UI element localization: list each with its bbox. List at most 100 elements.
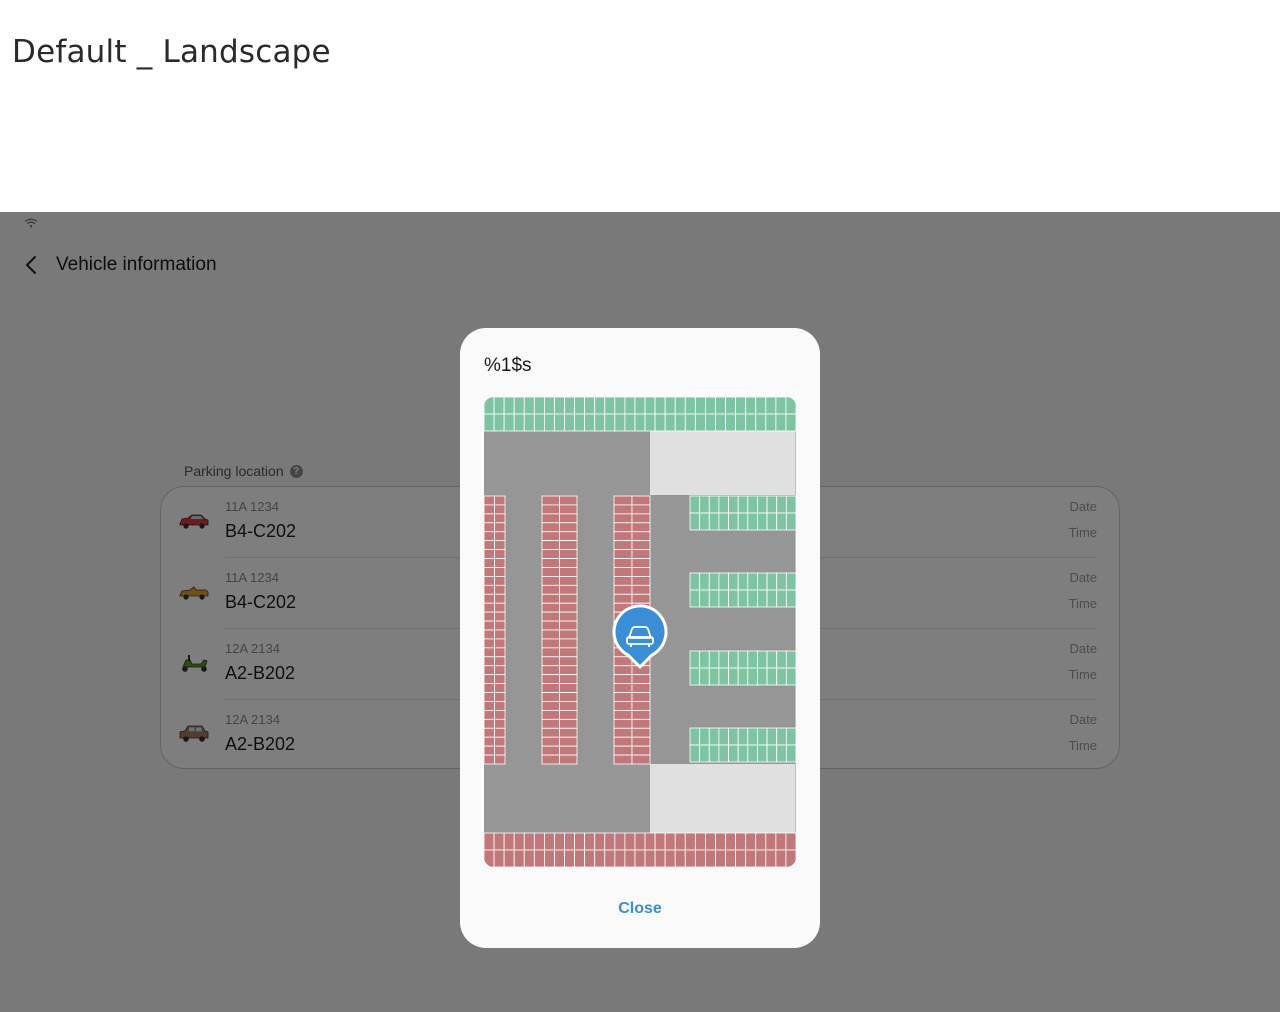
parking-stall-occupied [494, 611, 506, 622]
parking-stall-free [654, 413, 666, 432]
parking-stall-occupied [631, 495, 651, 506]
parking-stall-free [776, 667, 787, 686]
parking-stall-free [766, 495, 778, 514]
parking-stall-occupied [541, 647, 560, 658]
parking-stall-free [785, 572, 796, 591]
parking-stall-free [604, 413, 616, 432]
parking-stall-free [718, 572, 729, 591]
parking-stall-free [614, 413, 626, 432]
parking-stall-free [747, 512, 758, 531]
parking-stall-occupied [541, 692, 560, 702]
parking-stall-occupied [484, 665, 495, 676]
parking-stall-free [776, 572, 787, 591]
parking-stall-free [785, 667, 796, 686]
parking-stall-free [766, 589, 778, 608]
tablet-screen: Vehicle information Parking location ? 1… [0, 212, 1280, 1012]
parking-stall-occupied [613, 567, 633, 577]
parking-stall-occupied [631, 727, 651, 738]
parking-stall-occupied [541, 593, 560, 604]
parking-stall-occupied [631, 522, 651, 533]
parking-stall-occupied [613, 558, 633, 568]
parking-stall-occupied [624, 832, 636, 851]
parking-stall-occupied [654, 832, 666, 851]
parking-stall-free [776, 495, 787, 514]
parking-stall-free [708, 667, 720, 686]
parking-stall-free [715, 413, 726, 432]
parking-stall-occupied [543, 832, 555, 851]
parking-stall-occupied [493, 832, 505, 851]
parking-stall-free [747, 589, 758, 608]
parking-stall-free [728, 572, 739, 591]
parking-stall-free [737, 495, 749, 514]
parking-stall-occupied [745, 849, 757, 867]
parking-stall-occupied [494, 567, 506, 577]
parking-stall-free [718, 650, 729, 669]
parking-stall-occupied [494, 549, 506, 559]
parking-stall-occupied [513, 832, 525, 851]
parking-stall-occupied [613, 674, 633, 684]
parking-stall-occupied [541, 656, 560, 667]
parking-stall-free [728, 495, 739, 514]
parking-map-dialog: %1$s Close [460, 328, 820, 948]
parking-stall-occupied [554, 832, 565, 851]
parking-stall-occupied [631, 504, 651, 515]
parking-stall-occupied [494, 718, 506, 729]
parking-stall-free [689, 744, 701, 763]
parking-stall-occupied [484, 522, 495, 533]
parking-stall-occupied [484, 584, 495, 595]
parking-stall-occupied [654, 849, 666, 867]
parking-stall-occupied [541, 531, 560, 542]
parking-stall-free [684, 397, 696, 415]
parking-stall-free [728, 744, 739, 763]
parking-stall-free [737, 512, 749, 531]
parking-stall-occupied [484, 832, 495, 851]
parking-stall-free [699, 744, 710, 763]
parking-stall-occupied [484, 540, 495, 551]
parking-stall-free [747, 667, 758, 686]
parking-stall-free [484, 397, 495, 415]
parking-stall-free [523, 413, 535, 432]
parking-stall-free [737, 572, 749, 591]
parking-stall-occupied [541, 727, 560, 738]
parking-stall-free [584, 397, 596, 415]
parking-stall-occupied [613, 531, 633, 542]
parking-stall-occupied [494, 736, 506, 747]
parking-stall-free [699, 727, 710, 746]
parking-stall-free [728, 589, 739, 608]
parking-stall-free [708, 495, 720, 514]
parking-stall-occupied [493, 849, 505, 867]
parking-stall-free [776, 512, 787, 531]
parking-stall-free [708, 727, 720, 746]
parking-stall-free [708, 744, 720, 763]
close-button[interactable]: Close [460, 900, 820, 918]
parking-stall-occupied [541, 575, 560, 586]
parking-stall-occupied [765, 832, 777, 851]
parking-stall-occupied [684, 849, 696, 867]
parking-stall-free [674, 413, 686, 432]
parking-stall-free [766, 727, 778, 746]
parking-stall-free [634, 413, 646, 432]
parking-stall-occupied [613, 745, 633, 756]
parking-stall-occupied [533, 849, 545, 867]
parking-stall-occupied [554, 849, 565, 867]
parking-stall-occupied [484, 656, 495, 667]
parking-stall-occupied [484, 674, 495, 684]
parking-stall-occupied [631, 692, 651, 702]
parking-stall-occupied [541, 736, 560, 747]
parking-stall-occupied [584, 849, 596, 867]
parking-stall-occupied [513, 849, 525, 867]
parking-stall-free [785, 397, 796, 415]
parking-stall-occupied [559, 602, 578, 613]
parking-stall-occupied [541, 495, 560, 506]
parking-stall-occupied [559, 638, 578, 649]
parking-stall-free [484, 413, 495, 432]
parking-stall-occupied [494, 709, 506, 720]
parking-stall-free [718, 589, 729, 608]
parking-stall-occupied [559, 674, 578, 684]
parking-stall-occupied [584, 832, 596, 851]
parking-stall-occupied [541, 611, 560, 622]
parking-stall-free [634, 397, 646, 415]
parking-stall-free [689, 667, 701, 686]
parking-stall-occupied [484, 620, 495, 631]
parking-stall-free [718, 512, 729, 531]
